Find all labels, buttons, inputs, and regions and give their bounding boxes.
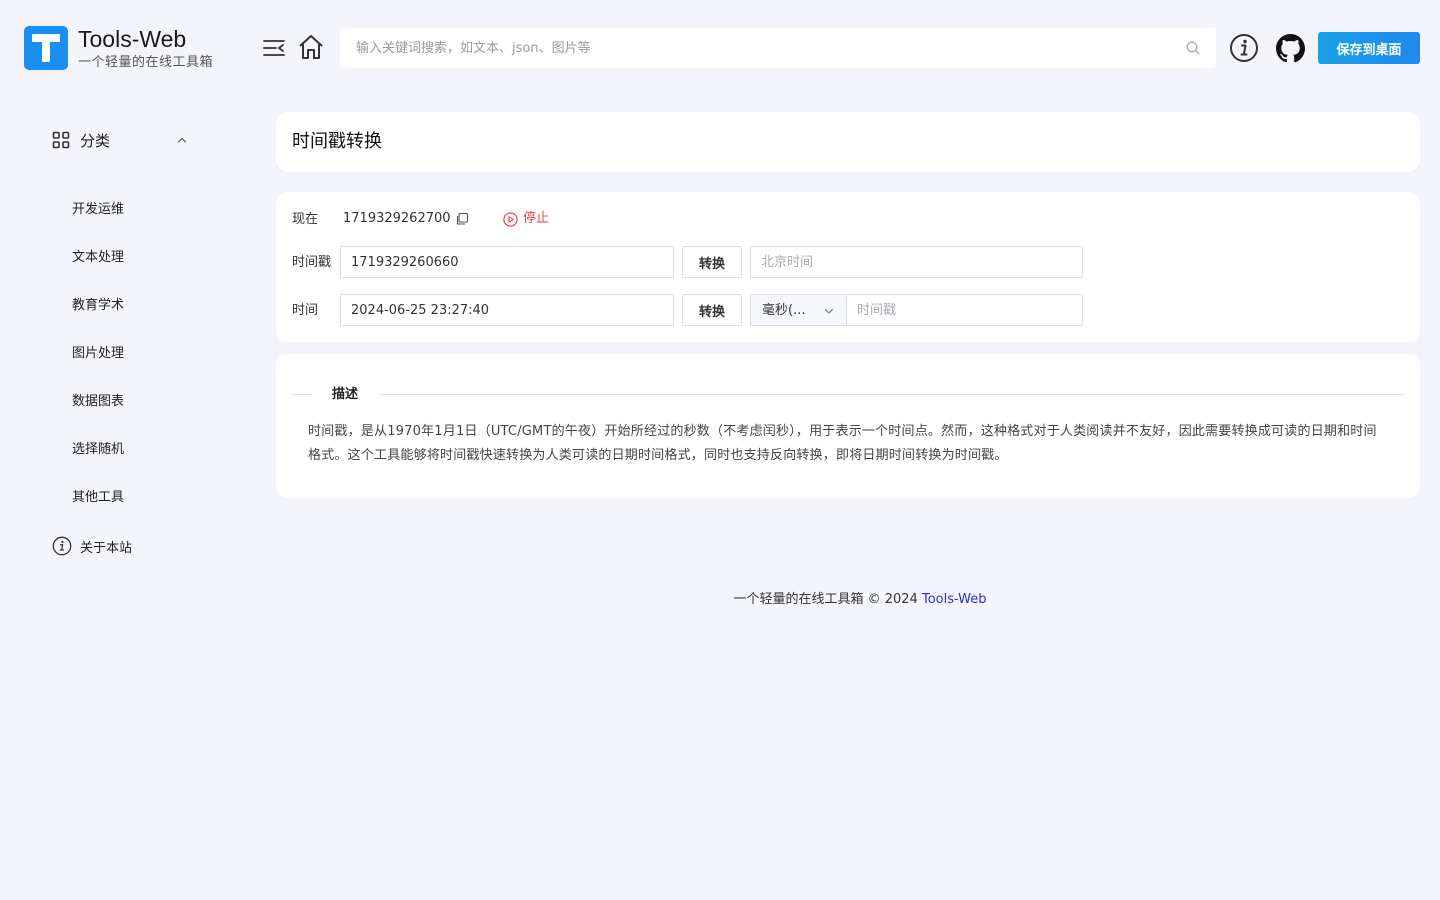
sidebar-item-about[interactable]: 关于本站 <box>52 536 132 556</box>
page-title: 时间戳转换 <box>292 131 382 152</box>
timestamp-result-output[interactable] <box>847 295 1082 325</box>
header: Tools-Web 一个轻量的在线工具箱 保存到 <box>0 0 1440 96</box>
description-text: 时间戳，是从1970年1月1日（UTC/GMT的午夜）开始所经过的秒数（不考虑闰… <box>308 424 1377 463</box>
category-toggle[interactable]: 分类 <box>52 128 192 152</box>
collapse-menu-icon[interactable] <box>260 34 288 62</box>
play-circle-icon <box>503 211 518 227</box>
sidebar-item-image[interactable]: 图片处理 <box>72 344 124 364</box>
timestamp-result-field <box>846 294 1083 326</box>
logo-icon[interactable] <box>24 26 68 70</box>
footer: 一个轻量的在线工具箱 © 2024 Tools-Web <box>0 590 1440 610</box>
convert-to-time-button[interactable]: 转换 <box>682 246 742 278</box>
about-label: 关于本站 <box>80 540 133 556</box>
current-timestamp: 1719329262700 <box>343 211 451 226</box>
footer-brand-link[interactable]: Tools-Web <box>922 592 987 607</box>
sidebar-item-devops[interactable]: 开发运维 <box>72 200 124 220</box>
time-input[interactable] <box>341 295 673 325</box>
grid-icon <box>52 131 70 149</box>
sidebar-item-text[interactable]: 文本处理 <box>72 248 124 268</box>
timestamp-label: 时间戳 <box>292 255 332 270</box>
info-circle-icon <box>52 536 72 556</box>
now-label: 现在 <box>292 212 319 227</box>
github-icon[interactable] <box>1275 33 1305 63</box>
home-icon[interactable] <box>296 32 326 62</box>
unit-select-value: 毫秒(... <box>762 303 806 318</box>
brand-tagline: 一个轻量的在线工具箱 <box>78 55 214 70</box>
unit-select[interactable]: 毫秒(... <box>750 294 847 326</box>
beijing-time-field <box>750 246 1083 278</box>
sidebar-item-other[interactable]: 其他工具 <box>72 488 124 508</box>
sidebar-item-data-chart[interactable]: 数据图表 <box>72 392 124 412</box>
search-box <box>340 28 1216 68</box>
copy-icon[interactable] <box>455 212 469 226</box>
divider <box>292 394 312 395</box>
stop-button[interactable]: 停止 <box>503 210 549 228</box>
description-card: 描述 时间戳，是从1970年1月1日（UTC/GMT的午夜）开始所经过的秒数（不… <box>276 354 1420 498</box>
description-title: 描述 <box>332 387 359 402</box>
footer-text: 一个轻量的在线工具箱 © 2024 <box>733 592 918 607</box>
convert-to-timestamp-button[interactable]: 转换 <box>682 294 742 326</box>
sidebar-item-random[interactable]: 选择随机 <box>72 440 124 460</box>
search-input[interactable] <box>340 28 1216 68</box>
chevron-up-icon[interactable] <box>176 134 188 146</box>
time-label: 时间 <box>292 303 319 318</box>
timestamp-field <box>340 246 674 278</box>
timestamp-input[interactable] <box>341 247 673 277</box>
divider <box>380 394 1404 395</box>
category-label: 分类 <box>80 131 111 150</box>
brand-name[interactable]: Tools-Web <box>78 26 186 52</box>
info-icon[interactable] <box>1229 33 1259 63</box>
title-card: 时间戳转换 <box>276 112 1420 172</box>
save-to-desktop-button[interactable]: 保存到桌面 <box>1318 32 1420 64</box>
beijing-time-output[interactable] <box>751 247 1082 277</box>
search-icon[interactable] <box>1186 41 1200 55</box>
sidebar-item-education[interactable]: 教育学术 <box>72 296 124 316</box>
time-field <box>340 294 674 326</box>
converter-card: 现在 1719329262700 停止 时间戳 转换 时间 转换 毫秒(... <box>276 192 1420 342</box>
stop-label: 停止 <box>523 211 550 226</box>
chevron-down-icon <box>824 308 834 314</box>
